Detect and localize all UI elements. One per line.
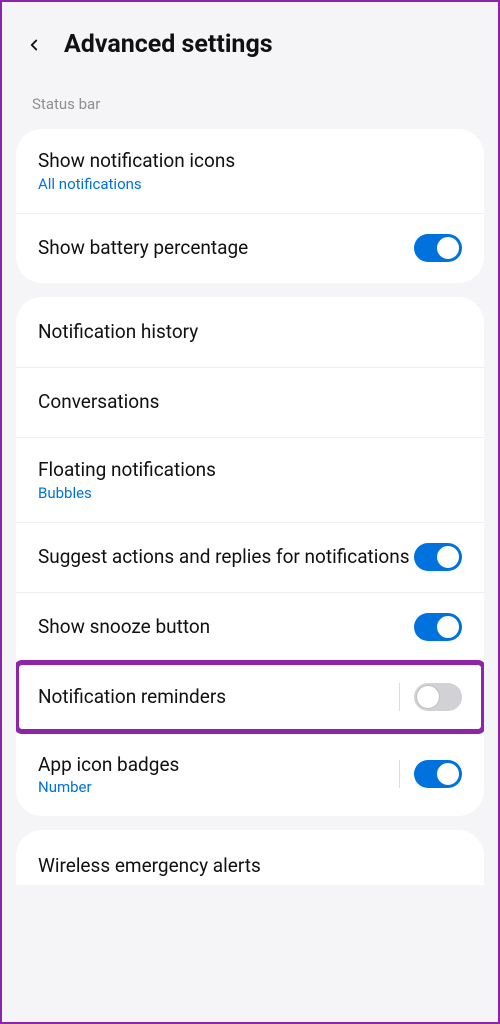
row-subtitle: All notifications	[38, 175, 462, 193]
toggle-notification-reminders[interactable]	[414, 683, 462, 711]
row-show-notification-icons[interactable]: Show notification icons All notification…	[16, 129, 484, 213]
divider	[399, 760, 400, 788]
row-show-snooze-button[interactable]: Show snooze button	[16, 592, 484, 662]
row-subtitle: Number	[38, 778, 399, 796]
row-title: Notification history	[38, 320, 462, 344]
status-bar-card: Show notification icons All notification…	[16, 129, 484, 283]
row-floating-notifications[interactable]: Floating notifications Bubbles	[16, 437, 484, 522]
toggle-show-snooze[interactable]	[414, 613, 462, 641]
toggle-suggest-actions[interactable]	[414, 543, 462, 571]
row-title: Wireless emergency alerts	[38, 854, 261, 877]
row-title: Conversations	[38, 390, 462, 414]
page-title: Advanced settings	[64, 30, 273, 59]
row-notification-history[interactable]: Notification history	[16, 297, 484, 367]
row-title: Floating notifications	[38, 458, 462, 482]
row-conversations[interactable]: Conversations	[16, 367, 484, 437]
row-show-battery-percentage[interactable]: Show battery percentage	[16, 213, 484, 283]
row-subtitle: Bubbles	[38, 484, 462, 502]
toggle-battery-percentage[interactable]	[414, 234, 462, 262]
notifications-card: Notification history Conversations Float…	[16, 297, 484, 817]
divider	[399, 683, 400, 711]
section-status-bar-label: Status bar	[2, 77, 498, 121]
row-wireless-emergency-alerts[interactable]: Wireless emergency alerts	[16, 830, 484, 885]
row-title: App icon badges	[38, 753, 399, 777]
back-icon[interactable]	[22, 33, 46, 57]
row-title: Show notification icons	[38, 149, 462, 173]
row-title: Show battery percentage	[38, 236, 414, 260]
row-title: Notification reminders	[38, 685, 399, 709]
row-title: Show snooze button	[38, 615, 414, 639]
row-app-icon-badges[interactable]: App icon badges Number	[16, 732, 484, 817]
row-notification-reminders[interactable]: Notification reminders	[16, 662, 484, 732]
toggle-app-icon-badges[interactable]	[414, 760, 462, 788]
row-title: Suggest actions and replies for notifica…	[38, 545, 414, 569]
row-suggest-actions[interactable]: Suggest actions and replies for notifica…	[16, 522, 484, 592]
